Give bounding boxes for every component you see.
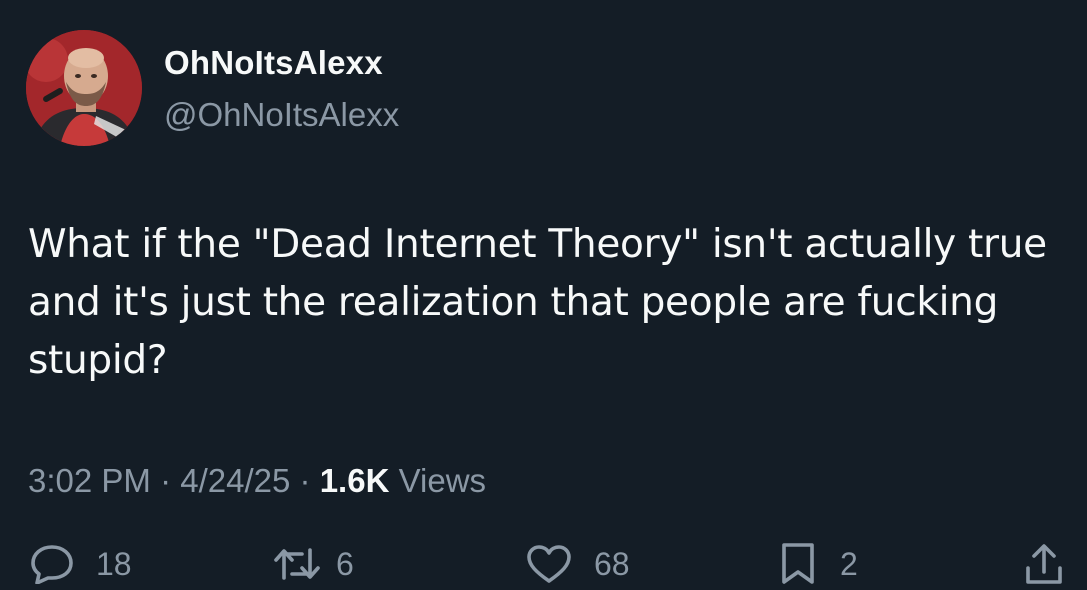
- tweet-date[interactable]: 4/24/25: [180, 462, 290, 499]
- tweet-card: OhNoItsAlexx @OhNoItsAlexx What if the "…: [0, 0, 1087, 590]
- reply-count: 18: [96, 545, 132, 582]
- reply-button[interactable]: 18: [30, 538, 132, 590]
- like-button[interactable]: 68: [526, 538, 630, 590]
- display-name[interactable]: OhNoItsAlexx: [164, 44, 383, 82]
- heart-icon: [526, 544, 572, 584]
- action-bar: 18 6 68 2: [0, 538, 1087, 590]
- meta-separator: ·: [160, 462, 172, 499]
- bookmark-count: 2: [840, 545, 858, 582]
- like-count: 68: [594, 545, 630, 582]
- tweet-meta: 3:02 PM · 4/24/25 · 1.6K Views: [28, 462, 486, 500]
- bookmark-icon: [778, 542, 818, 586]
- share-button[interactable]: [1024, 538, 1064, 590]
- views-count: 1.6K: [319, 462, 390, 499]
- repost-button[interactable]: 6: [272, 538, 354, 590]
- bookmark-button[interactable]: 2: [778, 538, 858, 590]
- views-label: Views: [398, 462, 487, 499]
- share-icon: [1024, 542, 1064, 586]
- reply-icon: [30, 544, 74, 584]
- meta-separator: ·: [299, 462, 311, 499]
- tweet-time[interactable]: 3:02 PM: [28, 462, 151, 499]
- repost-icon: [272, 544, 322, 584]
- tweet-text: What if the "Dead Internet Theory" isn't…: [28, 222, 1047, 383]
- avatar[interactable]: [26, 30, 142, 146]
- user-handle[interactable]: @OhNoItsAlexx: [164, 96, 399, 134]
- repost-count: 6: [336, 545, 354, 582]
